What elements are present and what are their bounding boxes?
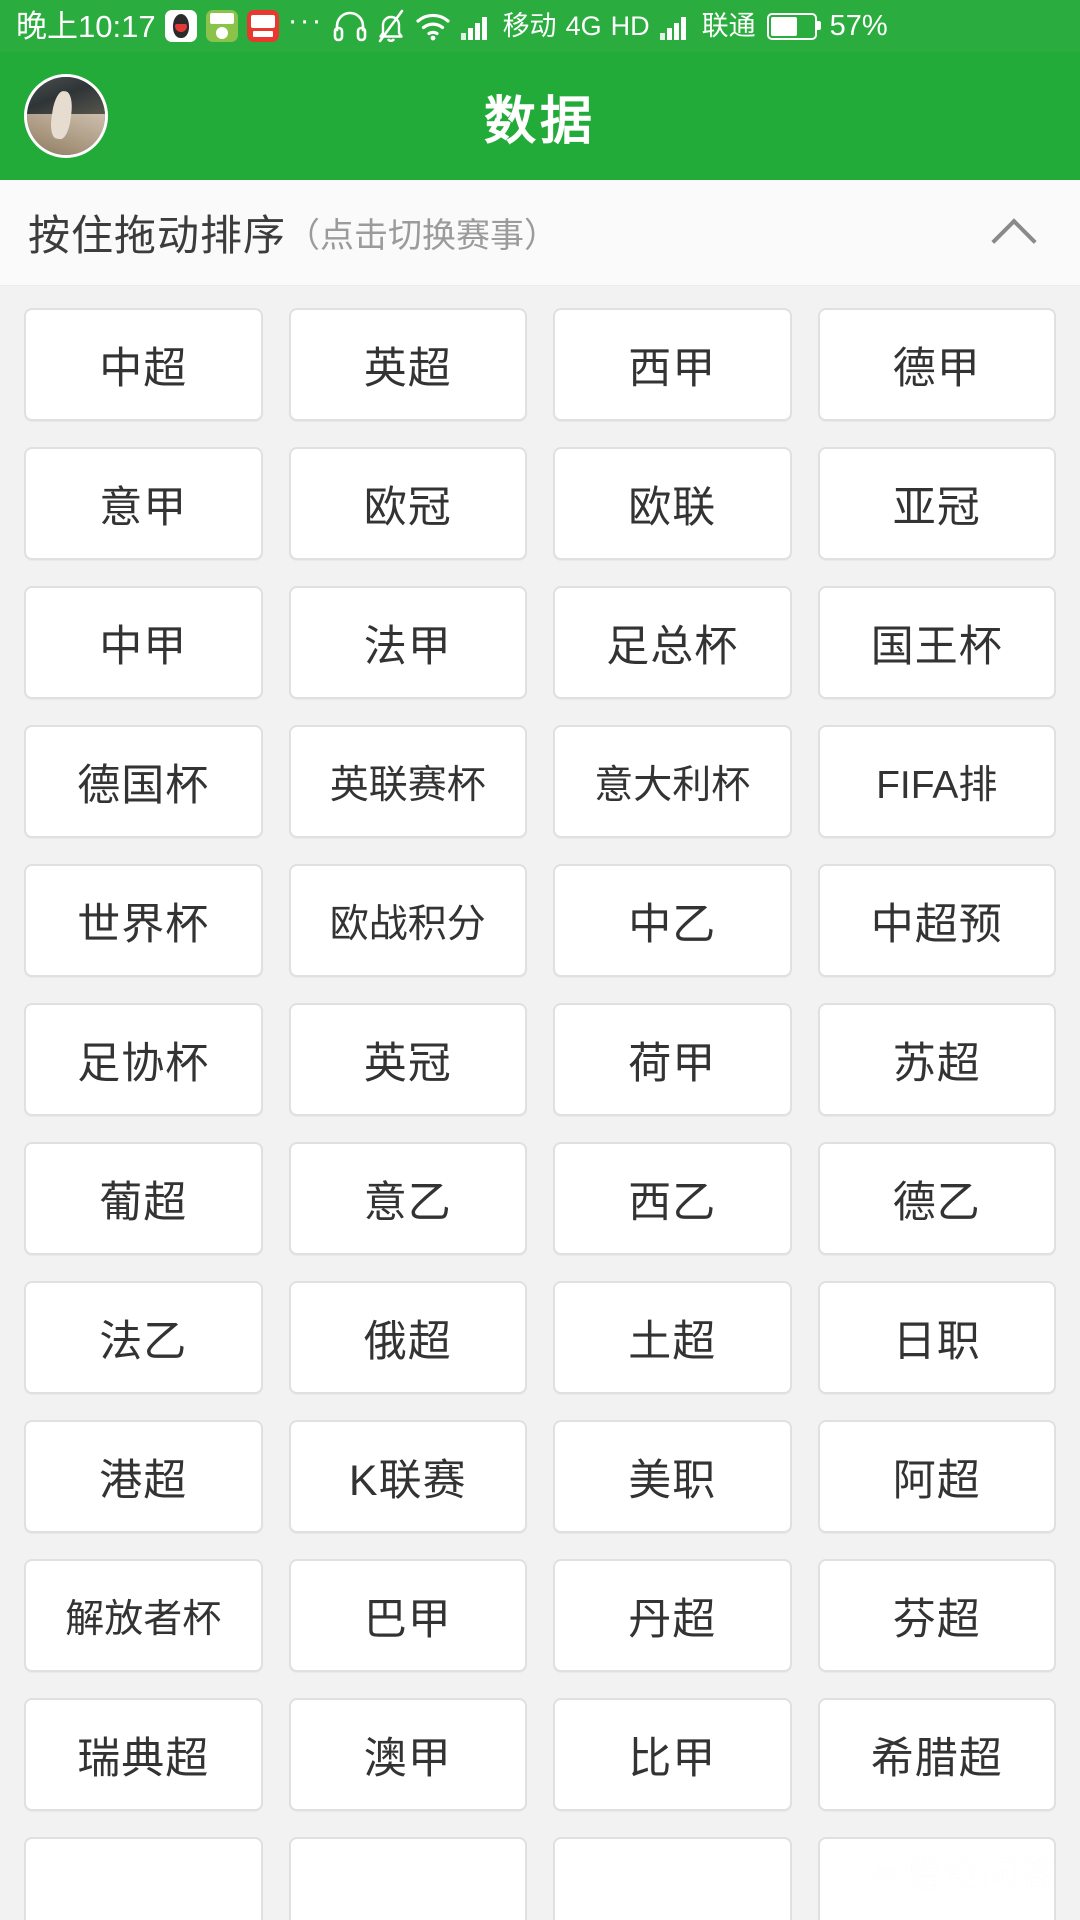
competition-tile[interactable]: 希腊超 — [817, 1698, 1056, 1811]
sort-hint-sub-text: （点击切换赛事） — [286, 217, 559, 255]
screen: 晚上10:17 ··· 移动 4G HD 联通 57% 数据 按住拖动排序 （点… — [0, 0, 1080, 1920]
qq-icon — [164, 10, 197, 42]
competition-tile[interactable]: 足总杯 — [553, 586, 792, 699]
competition-tile[interactable]: 意甲 — [24, 447, 263, 560]
competition-tile[interactable] — [817, 1837, 1056, 1920]
network-type-label: 4G — [565, 10, 602, 41]
sort-hint-header[interactable]: 按住拖动排序 （点击切换赛事） — [0, 180, 1080, 286]
competition-tile[interactable]: 德甲 — [817, 308, 1056, 421]
competition-tile[interactable]: FIFA排 — [817, 725, 1056, 838]
competition-tile[interactable]: 土超 — [553, 1281, 792, 1394]
competition-grid: 中超 英超 西甲 德甲意甲 欧冠 欧联 亚冠中甲 法甲 足总杯 国王杯德国杯 英联赛杯 意大利杯 FIF… — [24, 308, 1056, 1920]
competition-tile[interactable]: 意乙 — [288, 1142, 527, 1255]
competition-tile[interactable]: 英联赛杯 — [288, 725, 527, 838]
competition-tile[interactable]: 西乙 — [553, 1142, 792, 1255]
competition-tile[interactable]: K联赛 — [288, 1420, 527, 1533]
wifi-icon — [415, 11, 451, 41]
headset-icon — [333, 10, 367, 42]
avatar[interactable] — [24, 74, 108, 158]
competition-tile[interactable]: 西甲 — [553, 308, 792, 421]
competition-tile[interactable]: 欧联 — [553, 447, 792, 560]
wechat-pay-icon — [205, 10, 238, 42]
competition-tile[interactable]: 葡超 — [24, 1142, 263, 1255]
competition-tile[interactable]: 英超 — [288, 308, 527, 421]
competition-tile[interactable]: 苏超 — [817, 1003, 1056, 1116]
competition-tile[interactable]: 中超预 — [817, 864, 1056, 977]
competition-tile[interactable]: 世界杯 — [24, 864, 263, 977]
competition-tile[interactable]: 解放者杯 — [24, 1559, 263, 1672]
competition-tile[interactable] — [553, 1837, 792, 1920]
competition-tile[interactable]: 中超 — [24, 308, 263, 421]
status-bar-time: 晚上10:17 — [16, 8, 156, 44]
competition-tile[interactable]: 芬超 — [817, 1559, 1056, 1672]
competition-tile[interactable]: 法乙 — [24, 1281, 263, 1394]
competition-tile[interactable]: 英冠 — [288, 1003, 527, 1116]
overflow-dots-icon: ··· — [287, 4, 324, 37]
competition-tile[interactable]: 国王杯 — [817, 586, 1056, 699]
competition-tile[interactable]: 亚冠 — [817, 447, 1056, 560]
competition-tile[interactable]: 美职 — [553, 1420, 792, 1533]
competition-tile[interactable]: 澳甲 — [288, 1698, 527, 1811]
hd-label: HD — [610, 10, 650, 41]
competition-grid-container: 中超 英超 西甲 德甲意甲 欧冠 欧联 亚冠中甲 法甲 足总杯 国王杯德国杯 英联赛杯 意大利杯 FIF… — [0, 286, 1080, 1920]
competition-tile[interactable]: 巴甲 — [288, 1559, 527, 1672]
competition-tile[interactable]: 德国杯 — [24, 725, 263, 838]
toutiao-icon — [246, 10, 279, 42]
competition-tile[interactable]: 瑞典超 — [24, 1698, 263, 1811]
status-bar: 晚上10:17 ··· 移动 4G HD 联通 57% — [0, 0, 1080, 52]
competition-tile[interactable] — [288, 1837, 527, 1920]
signal-bars-icon-secondary — [659, 12, 693, 40]
competition-tile[interactable]: 比甲 — [553, 1698, 792, 1811]
carrier-name-secondary: 联通 — [701, 10, 756, 41]
battery-percent: 57% — [829, 9, 888, 42]
sort-hint-main-text: 按住拖动排序 — [28, 212, 287, 259]
competition-tile[interactable]: 丹超 — [553, 1559, 792, 1672]
competition-tile[interactable]: 中甲 — [24, 586, 263, 699]
competition-tile[interactable] — [24, 1837, 263, 1920]
competition-tile[interactable]: 德乙 — [817, 1142, 1056, 1255]
chevron-up-icon[interactable] — [992, 211, 1036, 255]
battery-icon — [766, 12, 821, 40]
page-title: 数据 — [483, 92, 596, 151]
competition-tile[interactable]: 意大利杯 — [553, 725, 792, 838]
competition-tile[interactable]: 中乙 — [553, 864, 792, 977]
competition-tile[interactable]: 欧战积分 — [288, 864, 527, 977]
signal-bars-icon — [460, 12, 494, 40]
carrier-name-primary: 移动 — [502, 10, 557, 41]
app-bar: 数据 — [0, 52, 1080, 180]
competition-tile[interactable]: 足协杯 — [24, 1003, 263, 1116]
competition-tile[interactable]: 港超 — [24, 1420, 263, 1533]
competition-tile[interactable]: 荷甲 — [553, 1003, 792, 1116]
competition-tile[interactable]: 日职 — [817, 1281, 1056, 1394]
competition-tile[interactable]: 阿超 — [817, 1420, 1056, 1533]
competition-tile[interactable]: 法甲 — [288, 586, 527, 699]
competition-tile[interactable]: 俄超 — [288, 1281, 527, 1394]
competition-tile[interactable]: 欧冠 — [288, 447, 527, 560]
bell-muted-icon — [376, 9, 406, 43]
